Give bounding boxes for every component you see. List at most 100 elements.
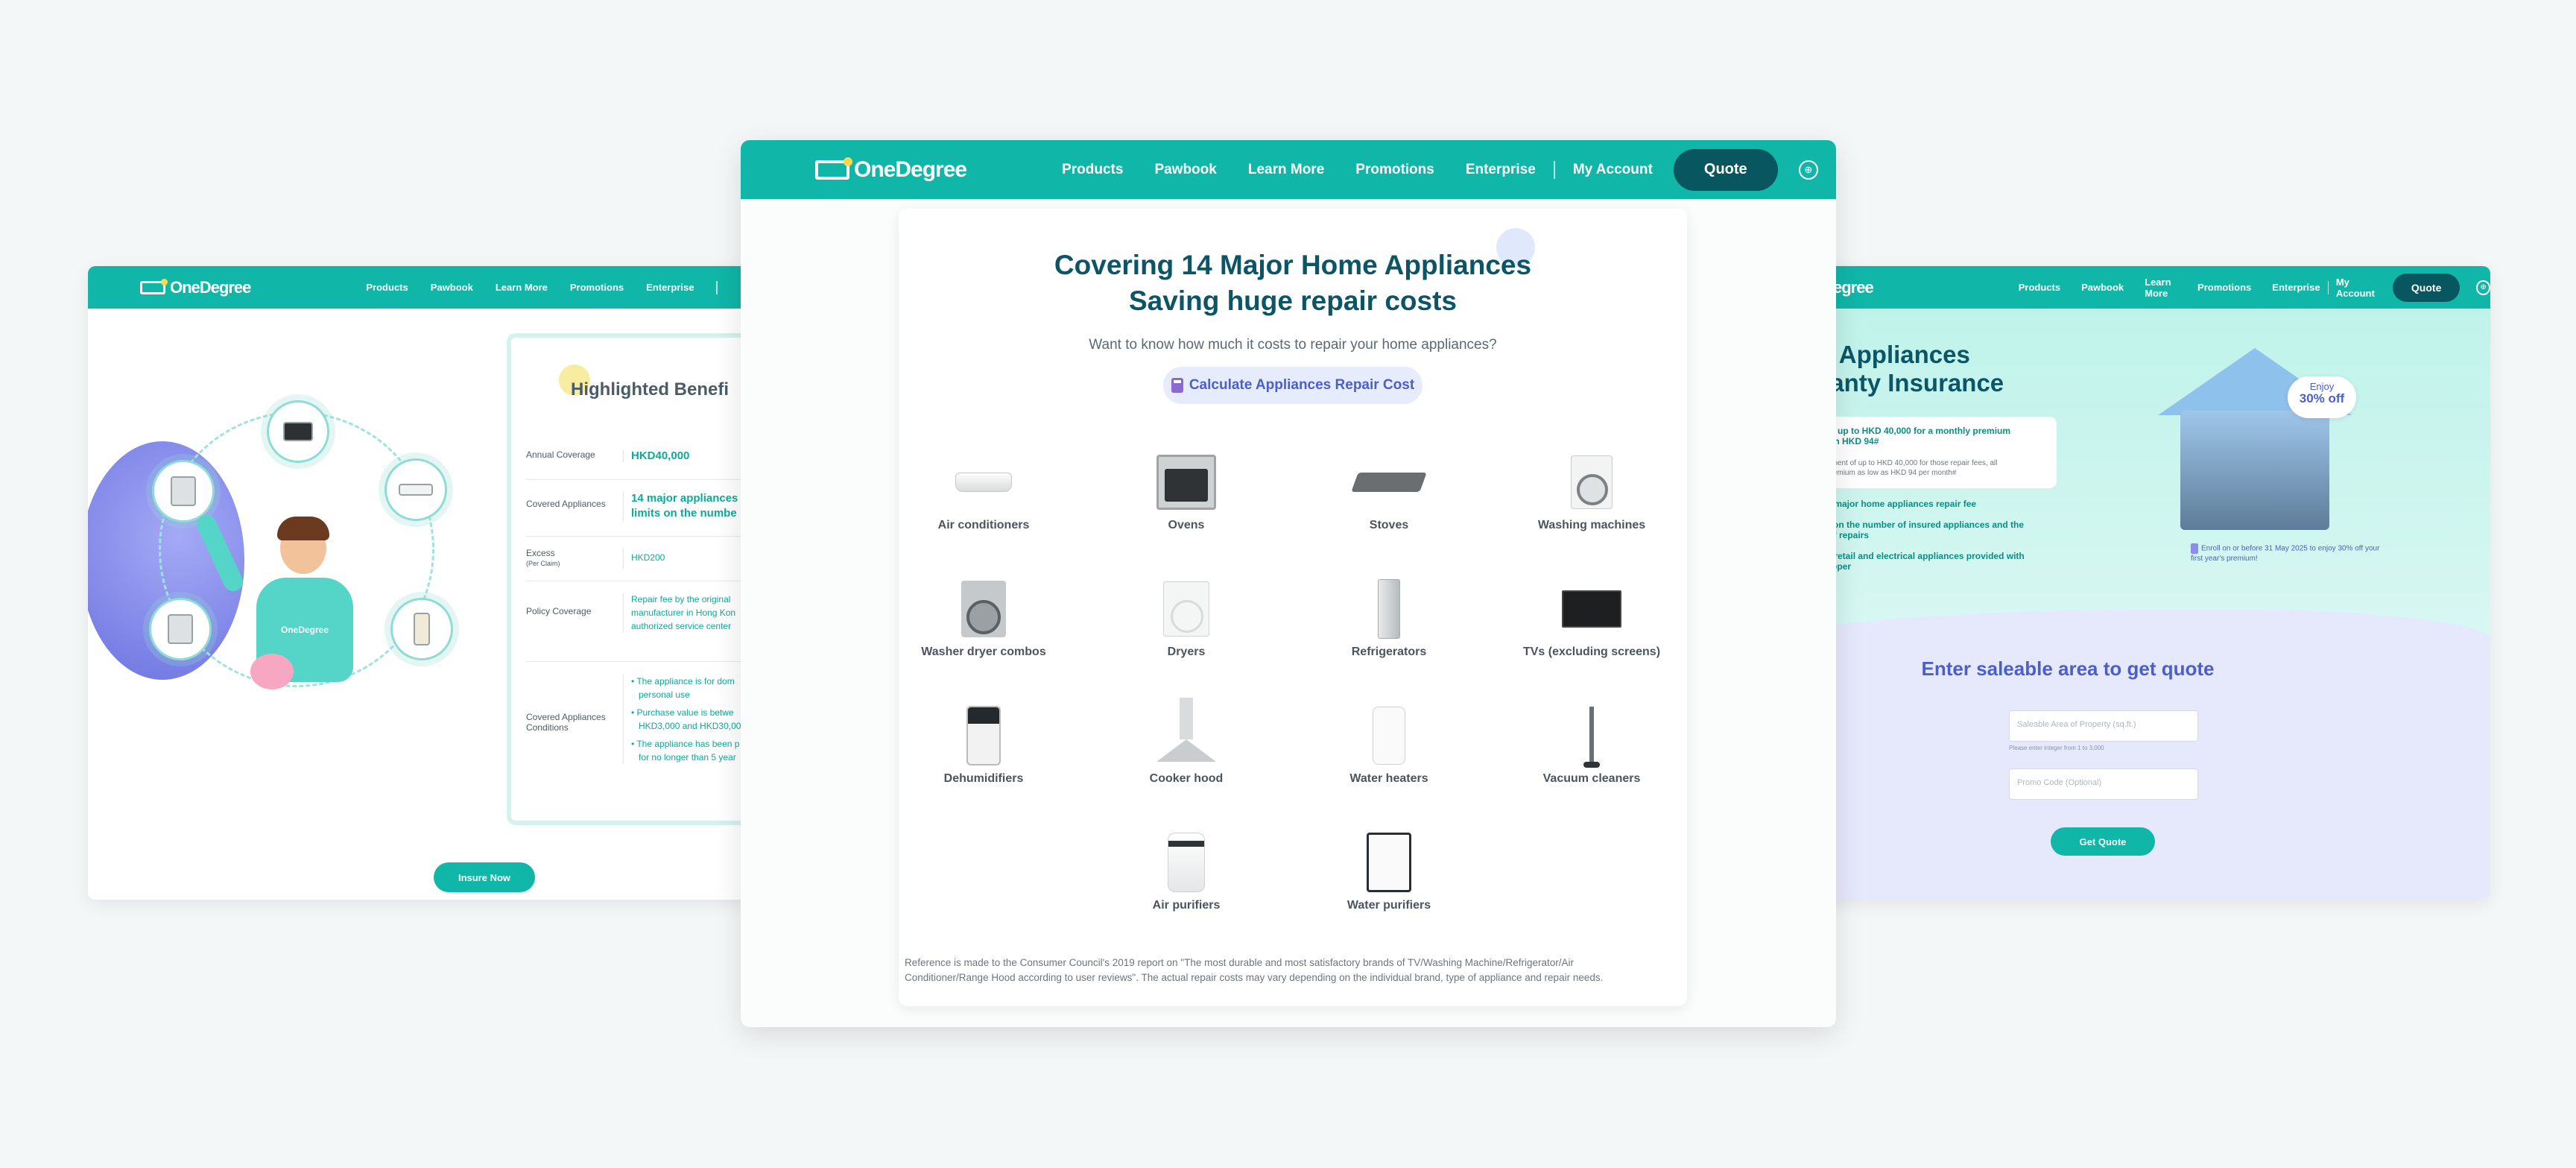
dryer-icon [149,598,212,660]
appliance-label: Water heaters [1349,772,1428,785]
nav-quote-button[interactable]: Quote [2392,273,2461,302]
nav-divider [716,280,718,294]
appliance-label: Cooker hood [1149,772,1224,785]
promo-code-input[interactable]: Promo Code (Optional) [2009,768,2198,800]
nav-pawbook[interactable]: Pawbook [2081,282,2124,293]
cooker-hood-icon [1156,698,1216,762]
globe-icon[interactable]: ⊕ [1798,160,1818,180]
nav-promotions[interactable]: Promotions [570,282,624,293]
brand-text: OneDegree [854,157,967,182]
appliance-item: Refrigerators [1300,575,1478,659]
appliance-item: Washing machines [1502,449,1681,532]
tv-icon [267,400,329,463]
appliance-item: Stoves [1300,449,1478,532]
right-nav-bar: egree Products Pawbook Learn More Promot… [1788,266,2490,309]
nav-promotions[interactable]: Promotions [1355,162,1434,178]
page-headline: Covering 14 Major Home Appliances Saving… [899,247,1687,319]
appliance-label: Washing machines [1537,519,1646,531]
row-key: Covered Appliances [526,499,606,509]
appliance-label: Refrigerators [1351,645,1427,658]
nav-promotions[interactable]: Promotions [2197,282,2251,293]
saleable-area-input[interactable]: Saleable Area of Property (sq.ft.) [2009,710,2198,742]
repair-cost-question: Want to know how much it costs to repair… [1089,337,1497,353]
appliance-label: Ovens [1168,519,1205,531]
nav-quote-button[interactable]: Quote [1673,148,1778,191]
calculate-repair-cost-button[interactable]: Calculate Appliances Repair Cost [1163,367,1423,404]
right-brand-logo[interactable]: egree [1833,277,1874,297]
nav-divider [2327,280,2329,294]
refrigerator-icon [1378,579,1400,639]
row-key: Policy Coverage [526,606,592,616]
washing-machine-icon [1571,455,1613,509]
nav-products[interactable]: Products [366,282,408,293]
right-preview-card: egree Products Pawbook Learn More Promot… [1788,266,2490,900]
appliances-panel: Covering 14 Major Home Appliances Saving… [899,209,1687,1006]
nav-enterprise[interactable]: Enterprise [646,282,694,293]
appliance-item: Vacuum cleaners [1502,702,1681,786]
nav-pawbook[interactable]: Pawbook [431,282,473,293]
row-key: Annual Coverage [526,449,595,460]
left-nav-links: Products Pawbook Learn More Promotions E… [366,280,795,294]
oven-icon [1156,455,1216,510]
appliance-label: Dehumidifiers [943,772,1024,785]
appliance-item: Cooker hood [1097,698,1276,786]
right-nav-links: Products Pawbook Learn More Promotions E… [2019,277,2375,299]
appliance-label: Air purifiers [1152,899,1221,912]
center-preview-card: OneDegree Products Pawbook Learn More Pr… [741,140,1836,1027]
calculator-icon [1171,378,1183,393]
center-nav-bar: OneDegree Products Pawbook Learn More Pr… [741,140,1836,199]
appliance-label: Vacuum cleaners [1542,772,1641,785]
center-nav-links: Products Pawbook Learn More Promotions E… [1062,160,1653,179]
mascot-hair [277,517,329,540]
tv-icon [1562,590,1621,628]
refrigerator-icon [390,598,453,660]
shirt-logo-text: OneDegree [280,625,329,635]
center-brand-logo[interactable]: OneDegree [815,157,967,183]
appliance-label: Air conditioners [937,519,1030,531]
nav-enterprise[interactable]: Enterprise [1466,162,1536,178]
reference-footnote: Reference is made to the Consumer Counci… [905,957,1604,983]
quote-form-title: Enter saleable area to get quote [1921,657,2215,680]
nav-my-account[interactable]: My Account [2336,277,2375,299]
insure-now-button[interactable]: Insure Now [434,862,535,892]
row-key: Excess [526,548,555,558]
appliance-label: TVs (excluding screens) [1522,645,1661,658]
nav-products[interactable]: Products [2019,282,2060,293]
house-illustration [2158,348,2352,530]
vacuum-cleaner-icon [1583,707,1600,768]
left-brand-logo[interactable]: OneDegree [140,277,251,297]
air-purifier-icon [1168,833,1205,892]
nav-learn-more[interactable]: Learn More [496,282,548,293]
appliance-item: Air conditioners [894,449,1073,532]
enroll-text: Enroll on or before 31 May 2025 to enjoy… [2191,544,2380,563]
condition-item: The appliance is for dom [636,676,735,686]
nav-my-account[interactable]: My Account [1573,162,1653,178]
nav-pawbook[interactable]: Pawbook [1154,162,1216,178]
nav-products[interactable]: Products [1062,162,1123,178]
left-preview-card: OneDegree Products Pawbook Learn More Pr… [88,266,844,900]
nav-learn-more[interactable]: Learn More [2145,277,2177,299]
condition-item: Purchase value is betwe [636,707,734,718]
appliance-item: Dehumidifiers [894,702,1073,786]
brand-text: OneDegree [170,277,251,297]
condition-item: The appliance has been p [636,739,740,749]
nav-enterprise[interactable]: Enterprise [2272,282,2320,293]
logo-mark-icon [140,278,168,294]
nav-learn-more[interactable]: Learn More [1248,162,1324,178]
row-key-sub: (Per Claim) [526,560,560,567]
nav-divider [1553,160,1555,179]
appliance-label: Dryers [1167,645,1206,658]
row-key-cont: Conditions [526,722,569,733]
air-conditioner-icon [384,458,447,521]
appliance-item: Air purifiers [1097,829,1276,912]
globe-icon[interactable]: ⊕ [2476,280,2490,295]
dryer-icon [1163,581,1209,637]
appliance-item: Water purifiers [1300,829,1478,912]
brand-text: egree [1833,277,1874,297]
discount-badge: Enjoy 30% off [2288,376,2356,418]
get-quote-button[interactable]: Get Quote [2051,827,2155,856]
appliance-label: Stoves [1369,519,1409,531]
air-conditioner-icon [955,473,1012,492]
water-heater-icon [1373,707,1405,765]
area-input-hint: Please enter integer from 1 to 3,000 [2009,745,2104,751]
